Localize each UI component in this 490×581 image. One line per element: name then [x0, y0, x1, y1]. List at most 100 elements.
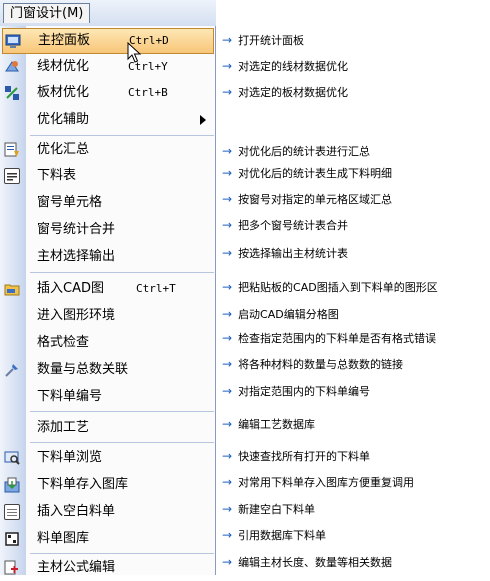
- menu-item-optimize-assist[interactable]: 优化辅助: [0, 107, 216, 133]
- menu-separator: [30, 135, 214, 136]
- menu-separator: [30, 272, 214, 273]
- link-quantity-icon: [4, 362, 20, 378]
- menu-item-quantity-link[interactable]: 数量与总数关联: [0, 357, 216, 383]
- description-row: → 把粘贴板的CAD图插入到下料单的图形区: [222, 280, 438, 294]
- description-row: → 对优化后的统计表进行汇总: [222, 144, 371, 158]
- menu-separator: [30, 442, 214, 443]
- description-row: → 将各种材料的数量与总数数的链接: [222, 357, 404, 371]
- summary-icon: [4, 142, 20, 158]
- blank-sheet-icon: [4, 504, 20, 520]
- description-row: → 快速查找所有打开的下料单: [222, 449, 371, 463]
- menu-item-formula-edit[interactable]: 主材公式编辑: [0, 555, 216, 581]
- arrow-right-icon: →: [222, 449, 233, 463]
- menu-item-label: 下料表: [37, 168, 77, 183]
- menu-item-label: 线材优化: [37, 59, 90, 74]
- menu-item-label: 优化汇总: [37, 142, 90, 157]
- menu-item-label: 插入空白料单: [37, 504, 116, 519]
- arrow-right-icon: →: [222, 307, 233, 321]
- arrow-right-icon: →: [222, 144, 233, 158]
- menu-item-control-panel[interactable]: 主控面板 Ctrl+D: [2, 28, 214, 54]
- arrow-right-icon: →: [222, 555, 233, 569]
- menu-item-label: 主材公式编辑: [37, 560, 116, 575]
- arrow-right-icon: →: [222, 384, 233, 398]
- menu-bar: 门窗设计(M): [0, 0, 216, 27]
- menu-item-cutting-list[interactable]: 下料表: [0, 163, 216, 189]
- description-row: → 打开统计面板: [222, 33, 305, 47]
- description-row: → 按选择输出主材统计表: [222, 246, 349, 260]
- description-row: → 对优化后的统计表生成下料明细: [222, 166, 393, 180]
- menu-item-line-optimize[interactable]: 线材优化 Ctrl+Y: [0, 54, 216, 80]
- description-row: → 按窗号对指定的单元格区域汇总: [222, 192, 393, 206]
- arrow-right-icon: →: [222, 357, 233, 371]
- arrow-right-icon: →: [222, 59, 233, 73]
- dropdown-menu: 主控面板 Ctrl+D 线材优化 Ctrl+Y 板材优化 Ctrl+B 优化辅助…: [0, 26, 216, 575]
- menu-item-board-optimize[interactable]: 板材优化 Ctrl+B: [0, 80, 216, 106]
- arrow-right-icon: →: [222, 166, 233, 180]
- description-row: → 对选定的线材数据优化: [222, 59, 349, 73]
- menu-item-add-process[interactable]: 添加工艺: [0, 415, 216, 441]
- line-optimize-icon: [4, 59, 20, 75]
- browse-icon: [4, 450, 20, 466]
- description-row: → 把多个窗号统计表合并: [222, 218, 349, 232]
- board-optimize-icon: [4, 85, 20, 101]
- menu-item-label: 数量与总数关联: [37, 362, 129, 377]
- submenu-arrow-icon: [200, 115, 206, 125]
- menu-item-label: 下料单浏览: [37, 450, 103, 465]
- arrow-right-icon: →: [222, 528, 233, 542]
- menu-item-label: 窗号单元格: [37, 195, 103, 210]
- menu-item-label: 料单图库: [37, 531, 90, 546]
- menu-item-insert-blank-sheet[interactable]: 插入空白料单: [0, 499, 216, 525]
- arrow-right-icon: →: [222, 192, 233, 206]
- menu-separator: [30, 553, 214, 554]
- arrow-right-icon: →: [222, 218, 233, 232]
- menu-item-label: 下料单存入图库: [37, 477, 129, 492]
- save-to-library-icon: [4, 477, 20, 493]
- arrow-right-icon: →: [222, 85, 233, 99]
- description-row: → 引用数据库下料单: [222, 528, 327, 542]
- mouse-cursor-icon: [127, 42, 142, 63]
- menu-item-label: 插入CAD图: [37, 281, 104, 296]
- menu-item-save-to-library[interactable]: 下料单存入图库: [0, 472, 216, 498]
- formula-edit-icon: [4, 560, 20, 576]
- description-row: → 对指定范围内的下料单编号: [222, 384, 371, 398]
- menu-title-door-window-design[interactable]: 门窗设计(M): [3, 3, 91, 23]
- menu-item-label: 添加工艺: [37, 420, 90, 435]
- menu-item-browse-cutting-list[interactable]: 下料单浏览: [0, 445, 216, 471]
- description-row: → 启动CAD编辑分格图: [222, 307, 339, 321]
- menu-item-shortcut: Ctrl+B: [128, 86, 168, 99]
- sheet-library-icon: [4, 531, 20, 547]
- arrow-right-icon: →: [222, 475, 233, 489]
- arrow-right-icon: →: [222, 502, 233, 516]
- menu-item-insert-cad[interactable]: 插入CAD图 Ctrl+T: [0, 276, 216, 302]
- menu-item-main-material-output[interactable]: 主材选择输出: [0, 244, 216, 270]
- menu-item-format-check[interactable]: 格式检查: [0, 330, 216, 356]
- menu-item-cutting-list-number[interactable]: 下料单编号: [0, 384, 216, 410]
- arrow-right-icon: →: [222, 280, 233, 294]
- arrow-right-icon: →: [222, 246, 233, 260]
- menu-item-label: 优化辅助: [37, 112, 90, 127]
- description-row: → 新建空白下料单: [222, 502, 316, 516]
- menu-item-label: 主控面板: [38, 33, 91, 48]
- menu-item-optimize-summary[interactable]: 优化汇总: [0, 137, 216, 163]
- cutting-list-icon: [4, 168, 20, 184]
- description-row: → 检查指定范围内的下料单是否有格式错误: [222, 331, 437, 345]
- arrow-right-icon: →: [222, 33, 233, 47]
- arrow-right-icon: →: [222, 417, 233, 431]
- description-row: → 对选定的板材数据优化: [222, 85, 349, 99]
- description-row: → 对常用下料单存入图库方便重复调用: [222, 475, 415, 489]
- menu-item-window-stats-merge[interactable]: 窗号统计合并: [0, 217, 216, 243]
- menu-item-label: 主材选择输出: [37, 249, 116, 264]
- menu-item-graphics-env[interactable]: 进入图形环境: [0, 303, 216, 329]
- control-panel-icon: [5, 33, 21, 49]
- description-row: → 编辑工艺数据库: [222, 417, 316, 431]
- menu-item-sheet-library[interactable]: 料单图库: [0, 526, 216, 552]
- arrow-right-icon: →: [222, 331, 233, 345]
- menu-item-label: 窗号统计合并: [37, 222, 116, 237]
- menu-item-label: 下料单编号: [37, 389, 103, 404]
- menu-item-window-cell[interactable]: 窗号单元格: [0, 190, 216, 216]
- menu-item-shortcut: Ctrl+T: [136, 282, 176, 295]
- menu-item-label: 进入图形环境: [37, 308, 116, 323]
- menu-item-label: 板材优化: [37, 85, 90, 100]
- description-row: → 编辑主材长度、数量等相关数据: [222, 555, 393, 569]
- menu-separator: [30, 411, 214, 412]
